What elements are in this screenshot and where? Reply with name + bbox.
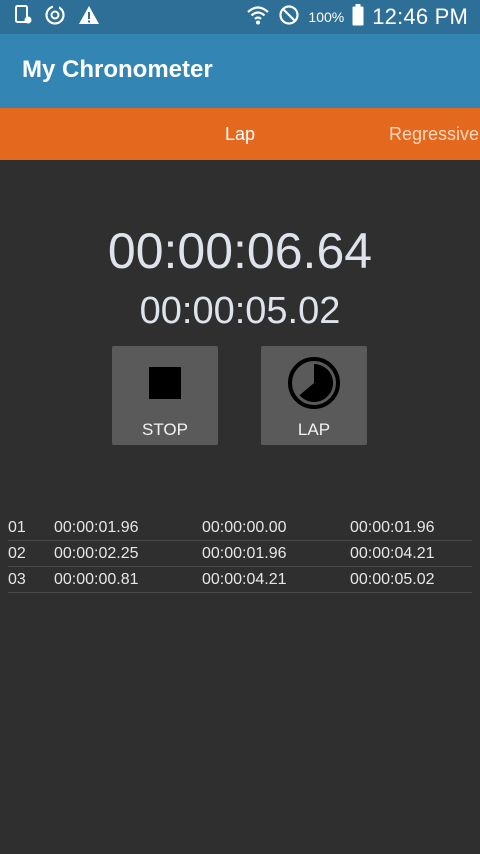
lap-button-label: LAP: [297, 420, 331, 439]
lap-number: 02: [8, 545, 26, 562]
lap-number: 01: [8, 519, 26, 536]
lap-button[interactable]: LAP: [261, 346, 367, 445]
battery-icon: [352, 3, 364, 31]
lap-split-time: 00:00:00.81: [54, 571, 139, 588]
total-time-display: 00:00:06.64: [107, 223, 373, 279]
do-not-disturb-icon: [278, 4, 300, 31]
stop-button[interactable]: STOP: [112, 346, 218, 445]
sync-notification-icon: [44, 3, 66, 31]
lap-row: 03 00:00:00.81 00:00:04.21 00:00:05.02: [8, 567, 472, 593]
app-title: My Chronometer: [22, 56, 213, 83]
lap-split-time: 00:00:02.25: [54, 545, 139, 562]
tab-bar: Lap Regressive: [0, 108, 480, 160]
lap-split-time: 00:00:01.96: [54, 519, 139, 536]
lap-row: 02 00:00:02.25 00:00:01.96 00:00:04.21: [8, 541, 472, 567]
status-bar: 100% 12:46 PM: [0, 0, 480, 34]
lap-number: 03: [8, 571, 26, 588]
lap-row: 01 00:00:01.96 00:00:00.00 00:00:01.96: [8, 515, 472, 541]
lap-start-time: 00:00:01.96: [202, 545, 287, 562]
stop-icon: [148, 364, 182, 402]
wifi-icon: [246, 4, 270, 31]
status-icons-left: [14, 3, 100, 31]
lap-time-display: 00:00:05.02: [139, 290, 341, 332]
tab-regressive[interactable]: Regressive: [389, 108, 479, 160]
lap-total-time: 00:00:01.96: [350, 519, 435, 536]
tab-lap[interactable]: Lap: [225, 108, 255, 160]
stop-button-label: STOP: [142, 420, 188, 439]
warning-icon: [78, 5, 100, 30]
lap-start-time: 00:00:00.00: [202, 519, 287, 536]
battery-percentage: 100%: [308, 9, 345, 25]
lap-start-time: 00:00:04.21: [202, 571, 287, 588]
app-bar: My Chronometer: [0, 34, 480, 108]
status-clock: 12:46 PM: [372, 4, 468, 29]
lap-timer-icon: [287, 357, 341, 409]
lap-total-time: 00:00:04.21: [350, 545, 435, 562]
lap-list: 01 00:00:01.96 00:00:00.00 00:00:01.96 0…: [8, 515, 472, 593]
lap-total-time: 00:00:05.02: [350, 571, 435, 588]
device-notification-icon: [14, 4, 32, 30]
status-icons-right: 100% 12:46 PM: [246, 0, 468, 34]
